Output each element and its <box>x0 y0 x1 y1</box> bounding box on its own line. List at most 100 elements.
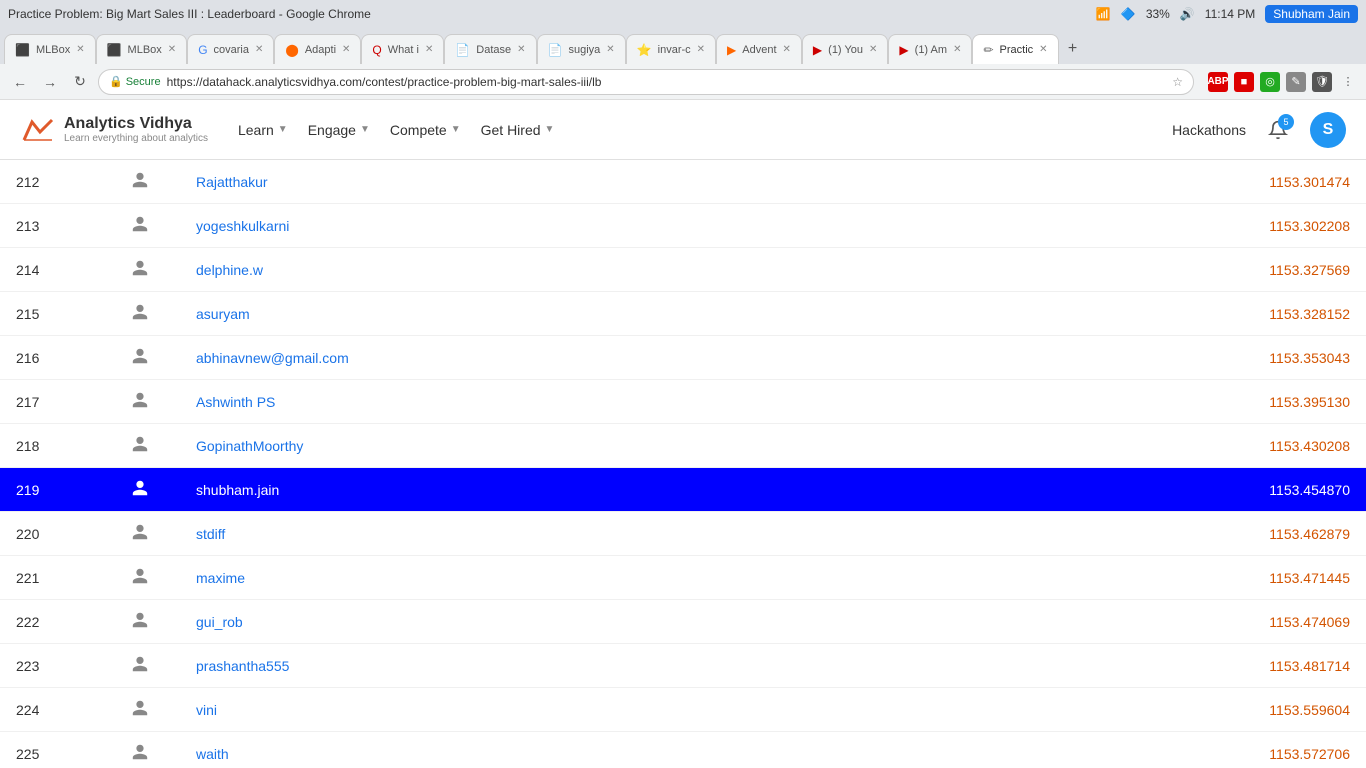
tab-close-icon[interactable]: ✕ <box>1039 44 1047 55</box>
tab-favicon: ▶ <box>813 43 822 57</box>
tab-youtube-1[interactable]: ▶ (1) You ✕ <box>802 34 889 64</box>
tab-youtube-2[interactable]: ▶ (1) Am ✕ <box>888 34 972 64</box>
username-cell[interactable]: yogeshkulkarni <box>180 204 1166 248</box>
tab-favicon: ✏ <box>983 43 993 57</box>
tab-favicon: ▶ <box>899 43 908 57</box>
tab-advent[interactable]: ▶ Advent ✕ <box>716 34 802 64</box>
ext-green[interactable]: ◎ <box>1260 72 1280 92</box>
av-logo-title: Analytics Vidhya <box>64 115 208 133</box>
tab-label: (1) You <box>828 44 863 56</box>
tab-mlbox-2[interactable]: ⬛ MLBox ✕ <box>96 34 188 64</box>
username-cell[interactable]: vini <box>180 688 1166 732</box>
score-cell: 1153.559604 <box>1166 688 1366 732</box>
av-logo-svg <box>20 112 56 148</box>
tab-mlbox-1[interactable]: ⬛ MLBox ✕ <box>4 34 96 64</box>
nav-engage[interactable]: Engage ▼ <box>308 118 370 142</box>
username-cell[interactable]: prashantha555 <box>180 644 1166 688</box>
table-row: 217 Ashwinth PS 1153.395130 <box>0 380 1366 424</box>
star-icon[interactable]: ☆ <box>1172 75 1183 89</box>
address-bar-row: ← → ↻ 🔒 Secure https://datahack.analytic… <box>0 64 1366 100</box>
username-cell[interactable]: gui_rob <box>180 600 1166 644</box>
tab-favicon: Q <box>372 43 381 57</box>
extension-icons: ABP ■ ◎ ✎ 🛡 ⋮ <box>1208 72 1358 92</box>
tab-close-icon[interactable]: ✕ <box>342 44 350 55</box>
nav-get-hired[interactable]: Get Hired ▼ <box>481 118 555 142</box>
username-cell[interactable]: asuryam <box>180 292 1166 336</box>
table-row: 222 gui_rob 1153.474069 <box>0 600 1366 644</box>
username-cell[interactable]: maxime <box>180 556 1166 600</box>
user-avatar[interactable]: S <box>1310 112 1346 148</box>
title-bar: Practice Problem: Big Mart Sales III : L… <box>0 0 1366 28</box>
clock: 11:14 PM <box>1205 7 1255 21</box>
tab-close-icon[interactable]: ✕ <box>953 44 961 55</box>
username-cell[interactable]: waith <box>180 732 1166 768</box>
username-cell[interactable]: shubham.jain <box>180 468 1166 512</box>
table-row: 212 Rajatthakur 1153.301474 <box>0 160 1366 204</box>
new-tab-button[interactable]: + <box>1059 34 1087 64</box>
av-logo-subtitle: Learn everything about analytics <box>64 133 208 144</box>
abp-icon[interactable]: ABP <box>1208 72 1228 92</box>
tab-sugiya[interactable]: 📄 sugiya ✕ <box>537 34 626 64</box>
tab-favicon: ⭐ <box>637 43 652 57</box>
nav-compete[interactable]: Compete ▼ <box>390 118 461 142</box>
username-cell[interactable]: delphine.w <box>180 248 1166 292</box>
tab-datase[interactable]: 📄 Datase ✕ <box>444 34 536 64</box>
username-cell[interactable]: Ashwinth PS <box>180 380 1166 424</box>
nav-learn[interactable]: Learn ▼ <box>238 118 288 142</box>
back-button[interactable]: ← <box>8 70 32 94</box>
username-cell[interactable]: abhinavnew@gmail.com <box>180 336 1166 380</box>
ext-pen[interactable]: ✎ <box>1286 72 1306 92</box>
tab-invar[interactable]: ⭐ invar-c ✕ <box>626 34 716 64</box>
tab-what[interactable]: Q What i ✕ <box>361 34 444 64</box>
get-hired-label: Get Hired <box>481 122 541 138</box>
avatar-icon-cell <box>100 248 180 292</box>
tab-close-icon[interactable]: ✕ <box>517 44 525 55</box>
tab-favicon: G <box>198 43 207 57</box>
tab-close-icon[interactable]: ✕ <box>255 44 263 55</box>
tab-close-icon[interactable]: ✕ <box>425 44 433 55</box>
username-cell[interactable]: Rajatthakur <box>180 160 1166 204</box>
score-cell: 1153.328152 <box>1166 292 1366 336</box>
tab-favicon: ⬛ <box>107 43 122 57</box>
forward-button[interactable]: → <box>38 70 62 94</box>
ext-shield[interactable]: 🛡 <box>1312 72 1332 92</box>
tab-label: (1) Am <box>915 44 947 56</box>
score-cell: 1153.572706 <box>1166 732 1366 768</box>
user-name-badge: Shubham Jain <box>1265 5 1358 23</box>
score-cell: 1153.353043 <box>1166 336 1366 380</box>
tab-bar: ⬛ MLBox ✕ ⬛ MLBox ✕ G covaria ✕ ⬤ Adapti… <box>0 28 1366 64</box>
score-cell: 1153.454870 <box>1166 468 1366 512</box>
avatar-icon-cell <box>100 732 180 768</box>
notification-button[interactable]: 5 <box>1262 114 1294 146</box>
tab-close-icon[interactable]: ✕ <box>783 44 791 55</box>
get-hired-chevron: ▼ <box>545 124 555 135</box>
tab-practice[interactable]: ✏ Practic ✕ <box>972 34 1058 64</box>
rank-cell: 214 <box>0 248 100 292</box>
tab-close-icon[interactable]: ✕ <box>76 44 84 55</box>
address-box[interactable]: 🔒 Secure https://datahack.analyticsvidhy… <box>98 69 1194 95</box>
tab-label: What i <box>388 44 419 56</box>
avatar-icon-cell <box>100 204 180 248</box>
title-bar-left: Practice Problem: Big Mart Sales III : L… <box>8 7 371 21</box>
av-logo[interactable]: Analytics Vidhya Learn everything about … <box>20 112 208 148</box>
tab-adapti[interactable]: ⬤ Adapti ✕ <box>274 34 361 64</box>
compete-chevron: ▼ <box>451 124 461 135</box>
username-cell[interactable]: GopinathMoorthy <box>180 424 1166 468</box>
avatar-icon-cell <box>100 556 180 600</box>
leaderboard-container[interactable]: 212 Rajatthakur 1153.301474 213 yogeshku… <box>0 160 1366 768</box>
rank-cell: 219 <box>0 468 100 512</box>
tab-close-icon[interactable]: ✕ <box>869 44 877 55</box>
tab-close-icon[interactable]: ✕ <box>168 44 176 55</box>
secure-badge: 🔒 Secure <box>109 75 161 88</box>
ext-red[interactable]: ■ <box>1234 72 1254 92</box>
reload-button[interactable]: ↻ <box>68 70 92 94</box>
tab-covaria[interactable]: G covaria ✕ <box>187 34 274 64</box>
hackathons-button[interactable]: Hackathons <box>1172 122 1246 138</box>
chrome-menu[interactable]: ⋮ <box>1338 72 1358 92</box>
tab-close-icon[interactable]: ✕ <box>606 44 614 55</box>
rank-cell: 215 <box>0 292 100 336</box>
username-cell[interactable]: stdiff <box>180 512 1166 556</box>
tab-close-icon[interactable]: ✕ <box>697 44 705 55</box>
rank-cell: 212 <box>0 160 100 204</box>
table-row: 218 GopinathMoorthy 1153.430208 <box>0 424 1366 468</box>
